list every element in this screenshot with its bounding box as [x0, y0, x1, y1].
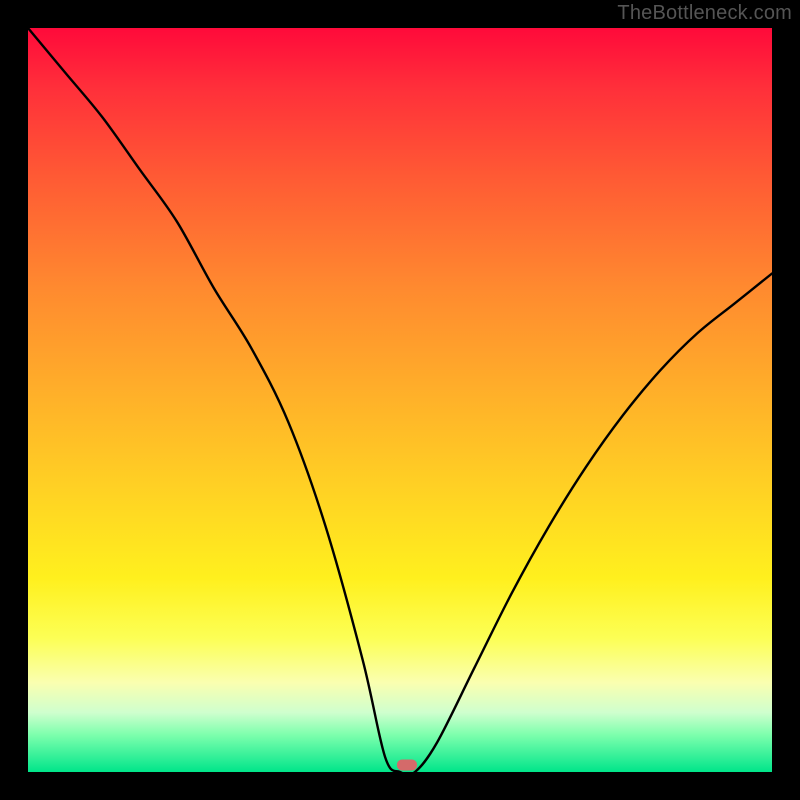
plot-area: [28, 28, 772, 772]
bottleneck-curve: [28, 28, 772, 772]
chart-frame: TheBottleneck.com: [0, 0, 800, 800]
optimal-point-marker: [397, 759, 417, 770]
watermark-text: TheBottleneck.com: [617, 2, 792, 25]
